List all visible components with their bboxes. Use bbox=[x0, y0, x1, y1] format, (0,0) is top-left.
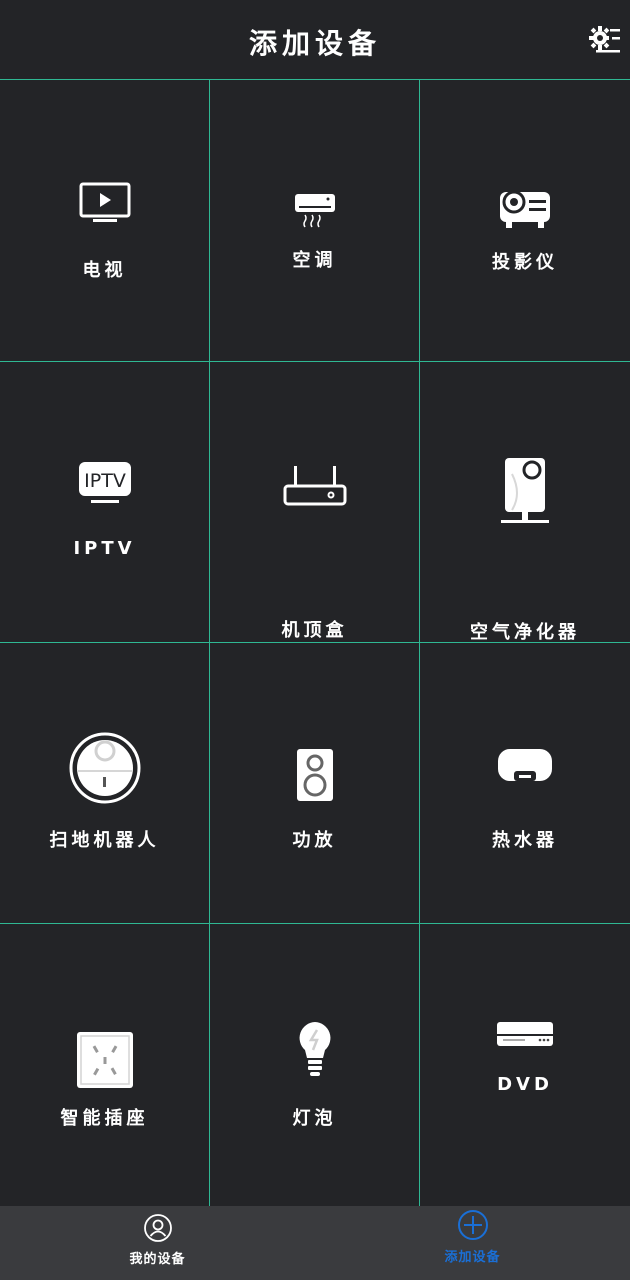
device-label: DVD bbox=[497, 1074, 553, 1095]
smart-socket-icon bbox=[76, 1032, 133, 1088]
device-label: 热水器 bbox=[492, 830, 558, 851]
tab-my-devices[interactable]: 我的设备 bbox=[0, 1206, 315, 1280]
device-cell-tv[interactable]: 电视 bbox=[0, 80, 210, 362]
device-cell-smart-socket[interactable]: 智能插座 bbox=[0, 924, 210, 1206]
gear-list-icon[interactable] bbox=[588, 22, 622, 56]
device-label: 扫地机器人 bbox=[49, 830, 160, 851]
device-label: 投影仪 bbox=[492, 252, 558, 273]
device-label: 灯泡 bbox=[292, 1108, 337, 1129]
bottom-tab-bar: 我的设备 添加设备 bbox=[0, 1206, 630, 1280]
air-purifier-icon bbox=[501, 458, 549, 523]
device-label: 智能插座 bbox=[60, 1108, 149, 1129]
plus-circle-icon bbox=[457, 1210, 488, 1240]
light-bulb-icon bbox=[299, 1022, 330, 1076]
device-cell-speaker[interactable]: 功放 bbox=[210, 643, 420, 924]
iptv-icon: IPTV bbox=[78, 462, 131, 503]
water-heater-icon bbox=[498, 749, 552, 781]
tab-add-device[interactable]: 添加设备 bbox=[315, 1206, 630, 1280]
device-cell-water-heater[interactable]: 热水器 bbox=[420, 643, 630, 924]
device-cell-projector[interactable]: 投影仪 bbox=[420, 80, 630, 362]
device-label: 功放 bbox=[292, 830, 337, 851]
air-conditioner-icon bbox=[294, 194, 335, 228]
tab-label: 我的设备 bbox=[129, 1252, 186, 1267]
device-label: 电视 bbox=[82, 260, 127, 281]
device-cell-dvd[interactable]: DVD bbox=[420, 924, 630, 1206]
tab-label: 添加设备 bbox=[444, 1250, 501, 1265]
device-label: IPTV bbox=[73, 538, 136, 559]
user-circle-icon bbox=[143, 1214, 172, 1242]
tv-icon bbox=[79, 182, 130, 222]
device-label: 空调 bbox=[292, 250, 337, 271]
projector-icon bbox=[500, 190, 550, 228]
device-cell-air-conditioner[interactable]: 空调 bbox=[210, 80, 420, 362]
device-cell-robot-vacuum[interactable]: 扫地机器人 bbox=[0, 643, 210, 924]
device-cell-iptv[interactable]: IPTV IPTV bbox=[0, 362, 210, 643]
robot-vacuum-icon bbox=[69, 732, 140, 804]
dvd-player-icon bbox=[497, 1022, 553, 1046]
device-label: 机顶盒 bbox=[281, 620, 348, 641]
device-cell-set-top-box[interactable]: 机顶盒 bbox=[210, 362, 420, 643]
set-top-box-icon bbox=[283, 466, 346, 506]
header-bar: 添加设备 bbox=[0, 0, 630, 80]
device-grid: 电视 空调 投影仪 IPTV IPTV 机顶盒 空气净化器 扫地机器人 功放 热… bbox=[0, 80, 630, 1206]
device-cell-air-purifier[interactable]: 空气净化器 bbox=[420, 362, 630, 643]
svg-text:IPTV: IPTV bbox=[84, 470, 126, 492]
page-title: 添加设备 bbox=[248, 27, 381, 60]
speaker-icon bbox=[296, 749, 333, 801]
device-cell-light-bulb[interactable]: 灯泡 bbox=[210, 924, 420, 1206]
device-label: 空气净化器 bbox=[470, 622, 580, 643]
